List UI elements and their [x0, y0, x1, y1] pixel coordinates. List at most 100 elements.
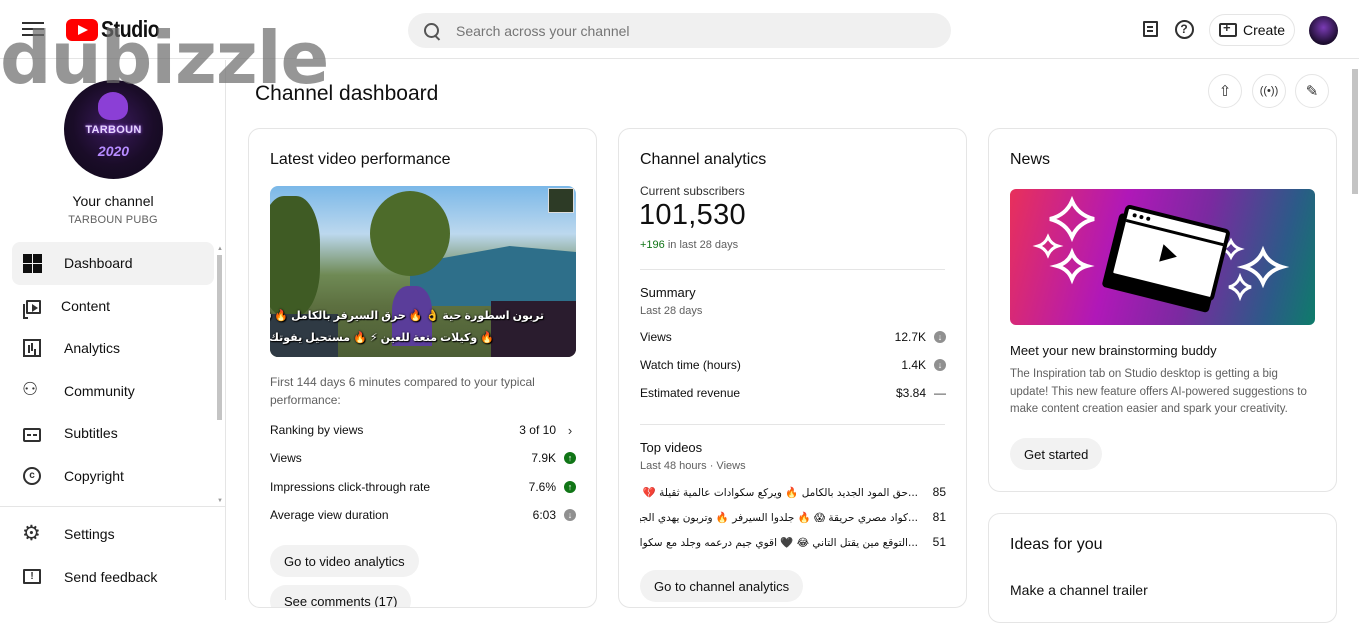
metric-row-ranking[interactable]: Ranking by views 3 of 10 › [270, 420, 576, 440]
get-started-button[interactable]: Get started [1010, 438, 1103, 470]
top-video-title[interactable]: ...حق المود الجديد بالكامل 🔥 ويركع سكواد… [640, 486, 918, 499]
subscribers-change: +196 in last 28 days [640, 239, 738, 251]
sidebar-item-label: Send feedback [64, 568, 158, 585]
top-videos-period: Last 48 hours · Views [640, 460, 746, 472]
sidebar-item-dashboard[interactable]: Dashboard [12, 242, 214, 285]
dashboard-icon [23, 254, 42, 274]
search-input[interactable] [456, 22, 916, 39]
thumbnail-minimap [548, 188, 574, 213]
news-card: News Meet your new brainstorming buddy T… [988, 128, 1337, 492]
sidebar-nav: Dashboard Content Analytics Community Su… [12, 242, 214, 497]
top-video-title[interactable]: ...كواد مصري حريقة 😱 🔥 جلدوا السيرفر 🔥 و… [640, 511, 918, 524]
video-thumbnail[interactable]: تربون اسطورة حية 👌 🔥 حرق السيرفر بالكامل… [270, 186, 576, 357]
sidebar-item-label: Copyright [64, 467, 124, 484]
summary-row-views: Views 12.7K ↓ [640, 327, 946, 347]
create-label: Create [1242, 22, 1286, 38]
see-comments-button[interactable]: See comments (17) [270, 585, 412, 607]
card-title: News [1010, 151, 1051, 168]
chevron-right-icon[interactable]: › [564, 423, 576, 438]
channel-handle: TARBOUN PUBG [68, 214, 158, 226]
channel-analytics-card: Channel analytics Current subscribers 10… [618, 128, 967, 608]
metric-value: 6:03 [532, 508, 556, 522]
create-button[interactable]: Create [1209, 14, 1295, 46]
copyright-icon: c [23, 466, 41, 485]
arrow-up-icon: ↑ [564, 452, 576, 464]
metric-value: 7.9K [531, 451, 556, 465]
youtube-studio-logo[interactable]: Studio [66, 16, 170, 43]
metric-label: Views [270, 451, 302, 465]
sidebar-item-label: Dashboard [64, 255, 133, 272]
content-icon [23, 299, 41, 319]
sidebar-item-copyright[interactable]: c Copyright [12, 455, 214, 498]
sidebar-item-community[interactable]: Community [12, 370, 214, 413]
top-bar: Studio ? Create [0, 0, 1359, 59]
logo-text: Studio [101, 16, 160, 42]
thumbnail-caption: 🔥 وكيلات متعة للعين ⚡ 🔥 مستحيل يفوتك [270, 332, 494, 344]
news-headline: Meet your new brainstorming buddy [1010, 343, 1217, 358]
top-video-row[interactable]: ...التوقع مين يقتل التاني 😂 🖤 اقوي جيم د… [640, 531, 946, 553]
page-title: Channel dashboard [255, 82, 439, 105]
sidebar-scrollbar[interactable] [217, 255, 222, 420]
sidebar-item-label: Settings [64, 526, 115, 543]
metric-label: Average view duration [270, 508, 389, 522]
news-body: The Inspiration tab on Studio desktop is… [1010, 368, 1307, 415]
scroll-up-arrow[interactable]: ▲ [217, 246, 223, 252]
divider [0, 506, 226, 507]
settings-icon [22, 521, 41, 546]
sidebar-item-label: Community [64, 382, 135, 399]
help-icon[interactable]: ? [1173, 18, 1195, 40]
sidebar-item-analytics[interactable]: Analytics [12, 327, 214, 370]
card-title: Latest video performance [270, 151, 451, 168]
youtube-logo-icon [66, 18, 98, 41]
your-channel-label: Your channel [72, 193, 154, 209]
sidebar-item-send-feedback[interactable]: ! Send feedback [12, 556, 214, 599]
sidebar-item-label: Subtitles [64, 425, 118, 442]
create-post-button[interactable]: ✎ [1295, 74, 1329, 108]
go-to-channel-analytics-button[interactable]: Go to channel analytics [640, 570, 804, 602]
upload-button[interactable]: ⇧ [1208, 74, 1242, 108]
video-window-sparkles-icon [1032, 195, 1290, 313]
thumbnail-caption: تربون اسطورة حية 👌 🔥 حرق السيرفر بالكامل… [270, 310, 544, 322]
subscribers-change-suffix: in last 28 days [664, 239, 739, 251]
divider [640, 269, 945, 270]
subscribers-label: Current subscribers [640, 184, 745, 198]
sidebar: TARBOUN 2020 Your channel TARBOUN PUBG D… [0, 60, 226, 600]
subtitles-icon [23, 428, 41, 443]
arrow-down-icon: ↓ [934, 331, 946, 343]
idea-item[interactable]: Make a channel trailer [1010, 582, 1148, 598]
feedback-icon: ! [23, 569, 41, 585]
thumbnail-tree [270, 196, 320, 316]
sidebar-item-subtitles[interactable]: Subtitles [12, 412, 214, 455]
top-video-views: 81 [932, 510, 946, 524]
summary-row-watch-time: Watch time (hours) 1.4K ↓ [640, 355, 946, 375]
live-icon: ((•)) [1259, 85, 1279, 97]
community-icon [22, 379, 41, 400]
account-avatar[interactable] [1309, 16, 1338, 45]
feedback-icon[interactable] [1139, 18, 1161, 40]
subscribers-change-value: +196 [640, 239, 665, 251]
summary-value: 12.7K [894, 330, 926, 344]
channel-avatar[interactable]: TARBOUN 2020 [64, 80, 163, 179]
ideas-card: Ideas for you Make a channel trailer [988, 513, 1337, 623]
top-video-row[interactable]: ...كواد مصري حريقة 😱 🔥 جلدوا السيرفر 🔥 و… [640, 506, 946, 528]
hamburger-menu-icon[interactable] [22, 18, 44, 40]
main-scrollbar[interactable] [1352, 69, 1358, 194]
summary-label: Estimated revenue [640, 386, 741, 400]
scroll-down-arrow[interactable]: ▼ [217, 498, 223, 504]
sidebar-item-settings[interactable]: Settings [12, 513, 214, 556]
search-bar[interactable] [408, 13, 951, 48]
summary-label: Watch time (hours) [640, 358, 741, 372]
top-video-views: 51 [932, 535, 946, 549]
subscribers-count: 101,530 [639, 199, 746, 231]
avatar-name: TARBOUN [85, 124, 142, 136]
top-video-row[interactable]: ...حق المود الجديد بالكامل 🔥 ويركع سكواد… [640, 481, 946, 503]
go-live-button[interactable]: ((•)) [1252, 74, 1286, 108]
edit-icon: ✎ [1305, 83, 1319, 100]
search-icon[interactable] [424, 22, 440, 39]
go-to-video-analytics-button[interactable]: Go to video analytics [270, 545, 419, 577]
metric-value: 7.6% [528, 480, 556, 494]
sidebar-item-content[interactable]: Content [12, 285, 214, 328]
thumbnail-tree [370, 191, 450, 276]
summary-title: Summary [640, 285, 696, 300]
top-video-title[interactable]: ...التوقع مين يقتل التاني 😂 🖤 اقوي جيم د… [640, 536, 918, 549]
